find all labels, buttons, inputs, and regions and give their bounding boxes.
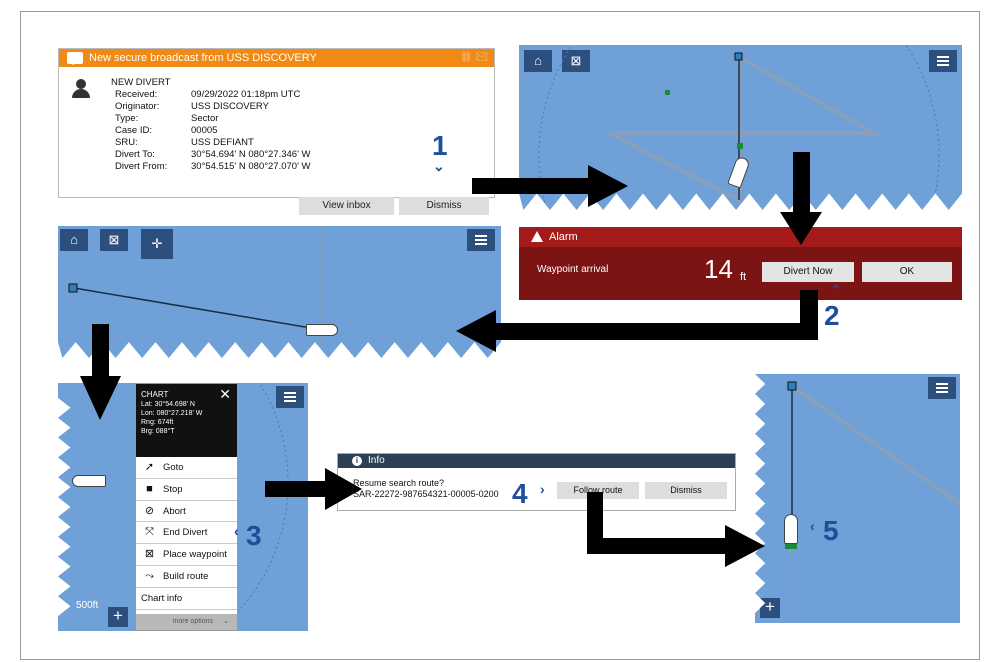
info-question: Resume search route? [353,478,445,488]
vessel-icon [72,475,106,487]
step-4-number: 4 [512,478,528,509]
chart-context-menu: CHART ✕ Lat: 30°54.698' N Lon: 080°27.21… [135,383,238,631]
step-5-number: 5 [823,515,839,546]
detail-row: Divert From: 30°54.515' N 080°27.070' W [115,161,311,172]
step-4-chevron-icon: › [540,481,545,497]
step-3-number: 3 [246,520,262,551]
dismiss-button[interactable]: Dismiss [399,197,489,215]
end-divert-icon: ⤧ [145,526,154,539]
build-route-icon: ⤳ [145,569,154,582]
menu-header: CHART ✕ Lat: 30°54.698' N Lon: 080°27.21… [136,384,237,457]
ok-button[interactable]: OK [862,262,952,282]
chart-map-divert[interactable]: ⌂ ⊠ ✛ [58,226,501,358]
broadcast-message-dialog: New secure broadcast from USS DISCOVERY … [58,48,495,215]
alarm-dialog: Alarm Waypoint arrival 14 ft Divert Now … [519,227,962,300]
follow-route-graphic [785,381,960,623]
alarm-header: Alarm [519,227,962,247]
info-icon: i [352,456,362,466]
menu-item-goto[interactable]: ➚ Goto [136,457,237,479]
alarm-label: Waypoint arrival [537,264,609,275]
chart-map-sector[interactable]: ⌂ ⊠ [519,45,962,210]
detail-row: Originator: USS DISCOVERY [115,101,269,112]
menu-item-end-divert[interactable]: ⤧ End Divert [136,522,237,545]
chevron-down-icon: ⌄ [223,618,229,625]
warning-icon [531,231,543,242]
detail-row: Case ID: 00005 [115,125,218,136]
menu-item-stop[interactable]: ■ Stop [136,479,237,501]
cursor-lon: Lon: 080°27.218' W [141,410,203,417]
cursor-range: Rng: 674ft [141,419,174,426]
vessel-icon [784,514,798,544]
step-2-number: 2 [824,300,840,331]
message-title: NEW DIVERT [111,77,171,88]
alarm-unit: ft [740,271,747,283]
divert-route-graphic [68,226,324,358]
detail-row: SRU: USS DEFIANT [115,137,254,148]
info-dialog: i Info Resume search route? SAR-22272-98… [337,453,736,511]
menu-icon[interactable] [276,386,304,408]
message-header: New secure broadcast from USS DISCOVERY … [59,49,494,67]
goto-icon: ➚ [144,461,155,473]
detail-row: Type: Sector [115,113,219,124]
detail-row: Received: 09/29/2022 01:18pm UTC [115,89,301,100]
chart-map-follow[interactable]: + [755,374,960,623]
info-message: Resume search route? SAR-22272-987654321… [353,478,499,500]
menu-item-abort[interactable]: ⊘ Abort [136,501,237,523]
zoom-in-button[interactable]: + [108,607,128,627]
dismiss-info-button[interactable]: Dismiss [645,482,727,499]
place-waypoint-icon: ⊠ [144,548,155,561]
info-title: Info [368,455,385,466]
menu-icon[interactable] [928,377,956,399]
abort-icon: ⊘ [144,504,155,517]
menu-item-build-route[interactable]: ⤳ Build route [136,566,237,588]
detail-row: Divert To: 30°54.694' N 080°27.346' W [115,149,311,160]
step-3-chevron-icon: ‹ [234,523,239,539]
user-icon [69,79,93,99]
cursor-bearing: Brg: 088°T [141,428,175,435]
stop-icon: ■ [146,482,153,495]
divert-now-button[interactable]: Divert Now [762,262,854,282]
menu-item-chart-info[interactable]: Chart info [136,588,237,610]
step-1-chevron-icon: ⌄ [433,158,445,174]
alarm-value: 14 [704,254,733,284]
step-5-chevron-icon: ‹ [810,518,815,534]
message-header-title: New secure broadcast from USS DISCOVERY [89,52,317,64]
step-2-chevron-icon: ⌃ [830,282,842,298]
close-icon[interactable]: ✕ [219,386,231,403]
info-route-name: SAR-22272-987654321-00005-0200 [353,489,499,499]
message-details: Received: 09/29/2022 01:18pm UTC Originat… [115,89,311,173]
more-options-button[interactable]: more options ⌄ [136,614,237,630]
menu-item-place-waypoint[interactable]: ⊠ Place waypoint [136,544,237,566]
alarm-title: Alarm [549,231,578,243]
follow-route-button[interactable]: Follow route [557,482,639,499]
scale-label: 500ft [76,600,99,611]
info-header: i Info [338,454,735,468]
link-icon[interactable]: ⛓ ✉ [460,49,488,67]
chat-icon [67,52,83,65]
vessel-icon [306,324,338,336]
view-inbox-button[interactable]: View inbox [299,197,394,215]
